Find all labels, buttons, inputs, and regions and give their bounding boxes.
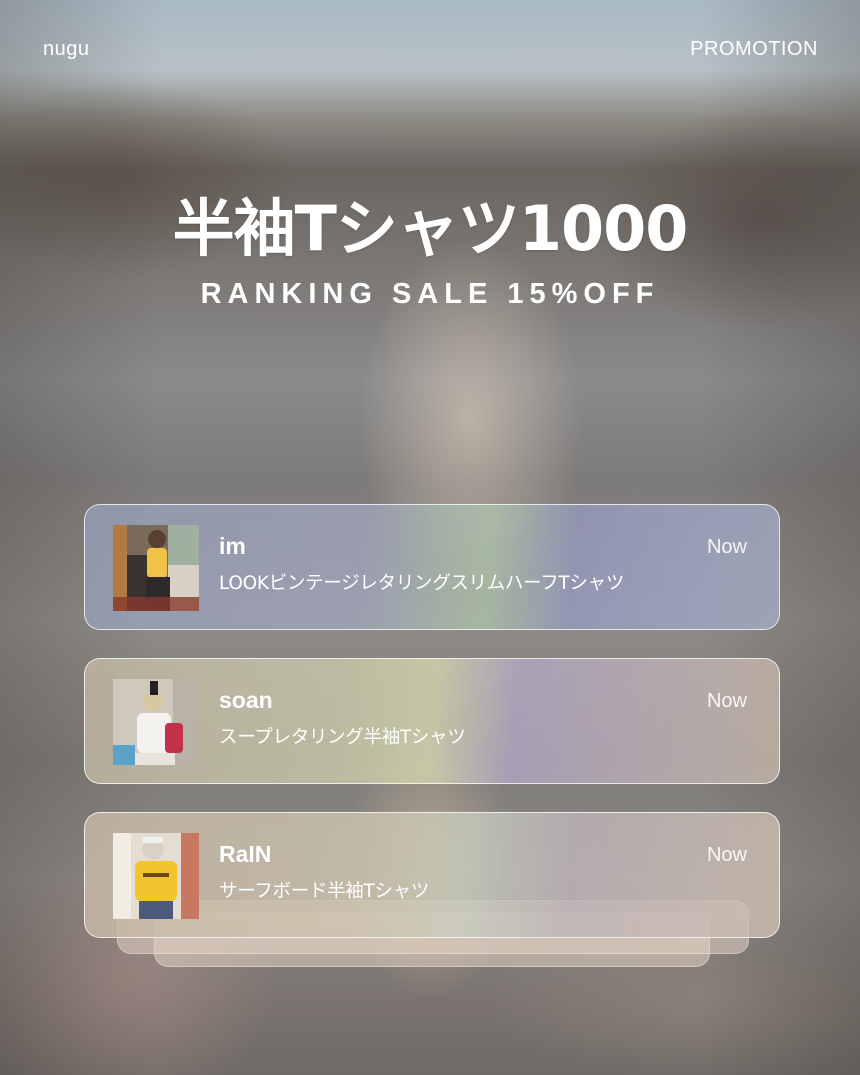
notification-sender: im xyxy=(219,533,246,559)
page-subtitle: RANKING SALE 15%OFF xyxy=(200,278,660,310)
brand-logo: nugu xyxy=(43,38,90,60)
notification-message: スープレタリング半袖Tシャツ xyxy=(219,727,466,748)
notification-message: サーフボード半袖Tシャツ xyxy=(219,881,430,902)
page-title: 半袖Tシャツ1000 xyxy=(172,192,689,265)
notification-time: Now xyxy=(706,690,747,712)
notification-card[interactable]: im Now LOOKビンテージレタリングスリムハーフTシャツ xyxy=(84,504,780,630)
notification-time: Now xyxy=(706,536,747,558)
product-thumbnail xyxy=(113,525,199,611)
product-thumbnail xyxy=(113,679,199,765)
notification-sender: RaIN xyxy=(219,841,272,867)
notification-time: Now xyxy=(706,844,747,866)
promotion-page: nugu PROMOTION 半袖Tシャツ1000 RANKING SALE 1… xyxy=(0,0,860,1075)
promotion-label: PROMOTION xyxy=(690,38,818,60)
notification-message: LOOKビンテージレタリングスリムハーフTシャツ xyxy=(219,573,625,594)
notification-sender: soan xyxy=(219,687,273,713)
product-thumbnail xyxy=(113,833,199,919)
notification-card[interactable]: soan Now スープレタリング半袖Tシャツ xyxy=(84,658,780,784)
notification-card[interactable]: RaIN Now サーフボード半袖Tシャツ xyxy=(84,812,780,938)
